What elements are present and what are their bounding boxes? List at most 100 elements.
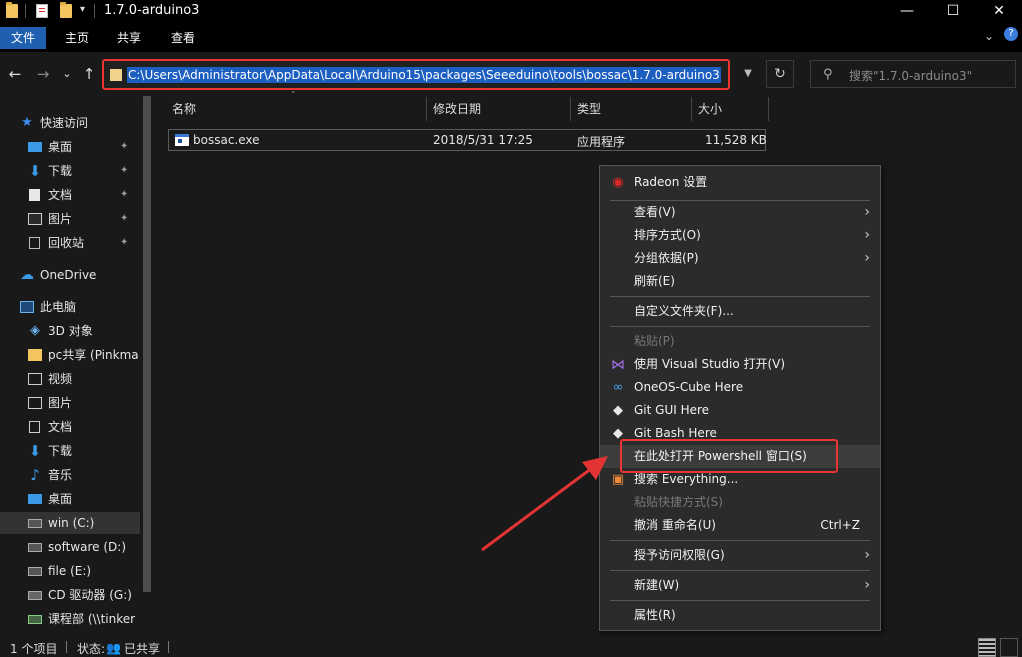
menu-item-label: 查看(V) — [634, 205, 676, 219]
maximize-button[interactable]: ☐ — [930, 0, 976, 24]
sidebar-item-label: 此电脑 — [40, 300, 77, 314]
menu-item-label: Git GUI Here — [634, 403, 710, 417]
column-header-size[interactable]: 大小 — [692, 97, 768, 121]
sidebar-item-label: 视频 — [48, 372, 73, 386]
sidebar-item-pictures[interactable]: 图片 ✦ — [0, 208, 140, 230]
column-separator[interactable] — [768, 97, 769, 121]
tab-home[interactable]: 主页 — [54, 27, 100, 49]
sidebar-scrollbar[interactable] — [143, 96, 151, 592]
back-button[interactable]: ← — [6, 64, 24, 84]
menu-item-open-with-visual-studio[interactable]: ⋈ 使用 Visual Studio 打开(V) — [600, 353, 880, 376]
menu-item-give-access[interactable]: 授予访问权限(G) › — [600, 544, 880, 567]
address-bar[interactable]: C:\Users\Administrator\AppData\Local\Ard… — [102, 59, 730, 90]
submenu-arrow-icon: › — [864, 547, 870, 563]
sidebar-item-3d-objects[interactable]: ◈ 3D 对象 — [0, 320, 140, 342]
menu-item-refresh[interactable]: 刷新(E) — [600, 270, 880, 293]
sidebar-item-pc-share[interactable]: pc共享 (Pinkma — [0, 344, 140, 366]
pin-icon: ✦ — [120, 237, 129, 248]
sidebar-item-label: 桌面 — [48, 492, 73, 506]
sidebar-item-drive-c[interactable]: win (C:) — [0, 512, 140, 534]
navigation-pane: ★ 快速访问 桌面 ✦ ⬇ 下载 ✦ 文档 ✦ 图片 ✦ 回收站 ✦ ☁ One… — [0, 96, 152, 636]
context-menu: ◉ Radeon 设置 查看(V) › 排序方式(O) › 分组依据(P) › … — [599, 165, 881, 631]
menu-item-undo-rename[interactable]: 撤消 重命名(U) Ctrl+Z — [600, 514, 880, 537]
menu-separator — [610, 296, 870, 297]
powershell-highlight-box — [620, 439, 838, 473]
sidebar-item-documents[interactable]: 文档 ✦ — [0, 184, 140, 206]
column-header-modified[interactable]: 修改日期 — [427, 97, 570, 121]
menu-item-label: Radeon 设置 — [634, 175, 708, 189]
help-icon[interactable]: ? — [1004, 27, 1018, 41]
sidebar-item-label: 音乐 — [48, 468, 73, 482]
sidebar-item-network-drive[interactable]: 课程部 (\\tinker — [0, 608, 140, 630]
status-bar: 1 个项目 状态: 👥 已共享 — [0, 638, 1022, 657]
cloud-icon: ☁ — [20, 267, 34, 283]
menu-item-properties[interactable]: 属性(R) — [600, 604, 880, 627]
file-modified: 2018/5/31 17:25 — [433, 133, 533, 147]
menu-item-new[interactable]: 新建(W) › — [600, 574, 880, 597]
menu-item-view[interactable]: 查看(V) › — [600, 201, 880, 224]
sidebar-item-drive-e[interactable]: file (E:) — [0, 560, 140, 582]
search-input[interactable]: 搜索"1.7.0-arduino3" — [849, 67, 972, 84]
menu-item-label: 自定义文件夹(F)... — [634, 304, 734, 318]
new-folder-icon[interactable] — [60, 2, 72, 18]
address-text[interactable]: C:\Users\Administrator\AppData\Local\Ard… — [127, 67, 721, 83]
column-header-name[interactable]: 名称 — [166, 97, 426, 121]
column-header-type[interactable]: 类型 — [571, 97, 691, 121]
menu-item-radeon-settings[interactable]: ◉ Radeon 设置 — [600, 171, 880, 194]
details-view-icon[interactable] — [978, 638, 996, 657]
sidebar-item-downloads-pc[interactable]: ⬇ 下载 — [0, 440, 140, 462]
submenu-arrow-icon: › — [864, 227, 870, 243]
large-icons-view-icon[interactable] — [1000, 638, 1018, 657]
pin-icon: ✦ — [120, 213, 129, 224]
search-icon: ⚲ — [823, 67, 833, 82]
pin-icon: ✦ — [120, 189, 129, 200]
submenu-arrow-icon: › — [864, 204, 870, 220]
sidebar-item-label: 下载 — [48, 444, 73, 458]
sidebar-item-music[interactable]: ♪ 音乐 — [0, 464, 140, 486]
sidebar-item-drive-d[interactable]: software (D:) — [0, 536, 140, 558]
sidebar-item-this-pc[interactable]: 此电脑 — [0, 296, 140, 318]
sidebar-item-quick-access[interactable]: ★ 快速访问 — [0, 112, 140, 134]
address-dropdown-button[interactable]: ▼ — [734, 60, 762, 88]
tab-file[interactable]: 文件 — [0, 27, 46, 49]
properties-icon[interactable] — [36, 4, 48, 18]
star-icon: ★ — [21, 115, 33, 130]
menu-item-group-by[interactable]: 分组依据(P) › — [600, 247, 880, 270]
file-row[interactable]: bossac.exe 2018/5/31 17:25 应用程序 11,528 K… — [168, 129, 767, 151]
pin-icon: ✦ — [120, 165, 129, 176]
title-bar[interactable]: ▾ 1.7.0-arduino3 — ☐ ✕ — [0, 0, 1022, 24]
collapse-ribbon-icon[interactable]: ⌄ — [984, 29, 994, 43]
sidebar-item-videos[interactable]: 视频 — [0, 368, 140, 390]
menu-separator — [610, 600, 870, 601]
sidebar-item-desktop[interactable]: 桌面 ✦ — [0, 136, 140, 158]
sidebar-item-documents-pc[interactable]: 文档 — [0, 416, 140, 438]
quick-access-toolbar-dropdown-icon[interactable]: ▾ — [80, 4, 85, 15]
annotation-arrow-icon — [481, 456, 608, 552]
tab-share[interactable]: 共享 — [106, 27, 152, 49]
menu-item-oneos-cube-here[interactable]: ∞ OneOS-Cube Here — [600, 376, 880, 399]
sidebar-item-label: 3D 对象 — [48, 324, 93, 338]
close-button[interactable]: ✕ — [976, 0, 1022, 24]
visual-studio-icon: ⋈ — [611, 357, 625, 373]
sidebar-item-pictures-pc[interactable]: 图片 — [0, 392, 140, 414]
menu-item-sort-by[interactable]: 排序方式(O) › — [600, 224, 880, 247]
menu-item-label: 撤消 重命名(U) — [634, 518, 716, 532]
minimize-button[interactable]: — — [884, 0, 930, 24]
menu-item-git-gui-here[interactable]: ◆ Git GUI Here — [600, 399, 880, 422]
forward-button[interactable]: → — [34, 64, 52, 84]
oneos-cube-icon: ∞ — [612, 380, 624, 395]
up-button[interactable]: ↑ — [80, 64, 98, 84]
status-separator — [66, 641, 67, 653]
sidebar-item-downloads[interactable]: ⬇ 下载 ✦ — [0, 160, 140, 182]
search-box[interactable]: ⚲ 搜索"1.7.0-arduino3" — [810, 60, 1016, 88]
sidebar-item-cd-drive[interactable]: CD 驱动器 (G:) — [0, 584, 140, 606]
refresh-button[interactable]: ↻ — [766, 60, 794, 88]
tab-view[interactable]: 查看 — [160, 27, 206, 49]
sidebar-item-recycle-bin[interactable]: 回收站 ✦ — [0, 232, 140, 254]
menu-separator — [610, 326, 870, 327]
sidebar-item-onedrive[interactable]: ☁ OneDrive — [0, 264, 140, 286]
sidebar-item-desktop-pc[interactable]: 桌面 — [0, 488, 140, 510]
recent-locations-button[interactable]: ⌄ — [58, 64, 76, 84]
menu-item-customize-folder[interactable]: 自定义文件夹(F)... — [600, 300, 880, 323]
document-icon — [29, 189, 40, 201]
